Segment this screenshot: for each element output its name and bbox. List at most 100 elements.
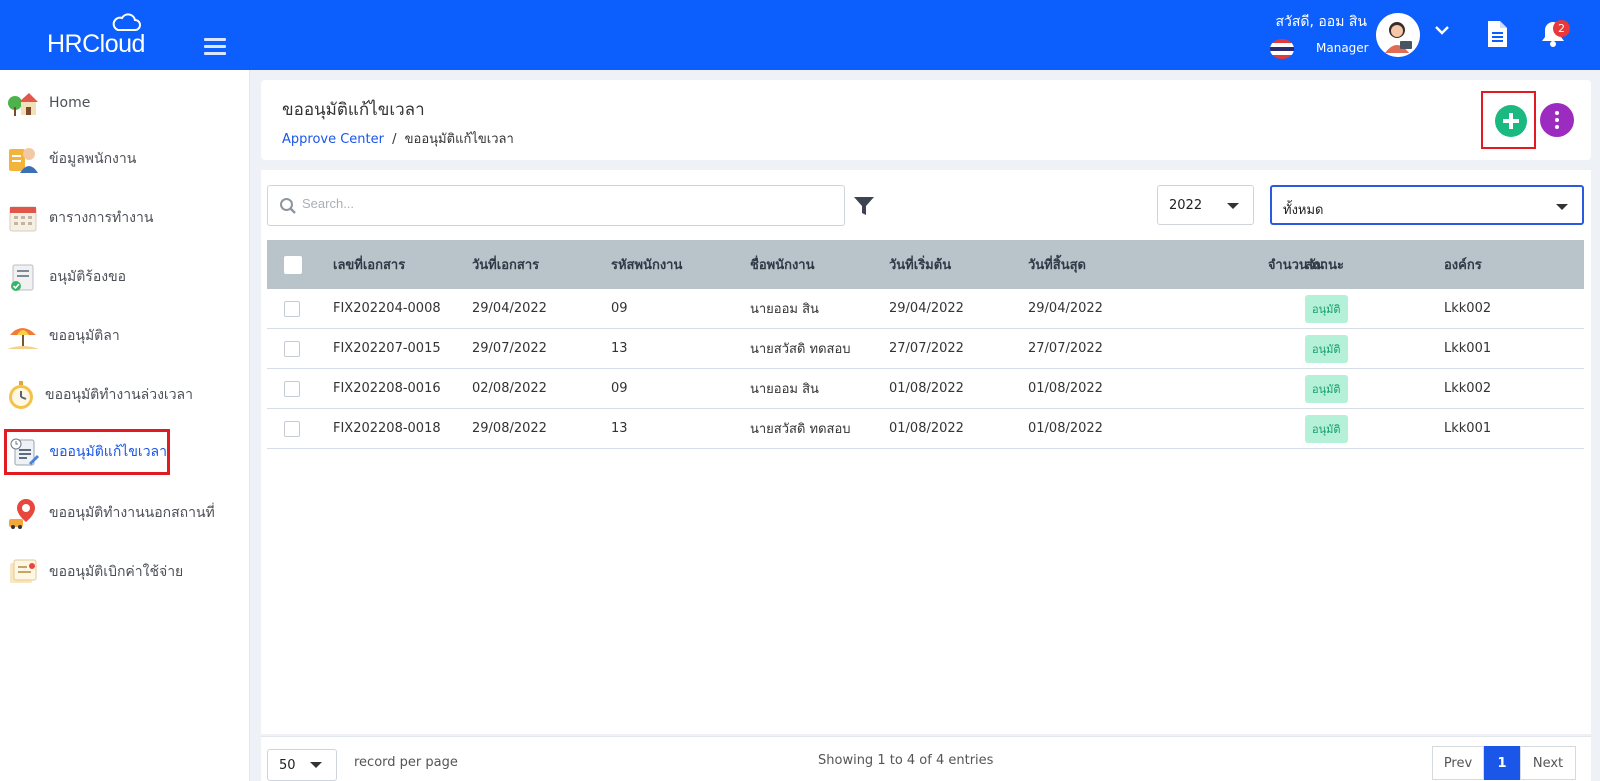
table-header: เลขที่เอกสาร วันที่เอกสาร รหัสพนักงาน ชื… bbox=[267, 240, 1584, 289]
search-input[interactable] bbox=[302, 196, 822, 211]
sidebar-item-schedule[interactable]: ตารางการทำงาน bbox=[6, 195, 166, 241]
select-all-checkbox[interactable] bbox=[284, 240, 302, 289]
organization: Lkk001 bbox=[1444, 341, 1492, 356]
doc-date: 29/04/2022 bbox=[472, 301, 547, 316]
sidebar: Home ข้อมูลพนักงาน ตารางการทำงาน อนุมัติ… bbox=[0, 70, 250, 781]
sidebar-item-approval[interactable]: อนุมัติร้องขอ bbox=[6, 254, 166, 300]
year-select[interactable]: 2022 bbox=[1157, 185, 1254, 225]
column-header[interactable]: สถานะ bbox=[1305, 240, 1344, 289]
employee-name: นายออม สิน bbox=[750, 382, 819, 397]
day-count: 1 bbox=[1167, 409, 1324, 448]
entries-summary: Showing 1 to 4 of 4 entries bbox=[818, 753, 994, 768]
user-role: Manager bbox=[1316, 41, 1369, 55]
doc-date: 02/08/2022 bbox=[472, 381, 547, 396]
status-badge: อนุมัติ bbox=[1305, 414, 1348, 443]
start-date: 29/04/2022 bbox=[889, 301, 964, 316]
doc-date: 29/07/2022 bbox=[472, 341, 547, 356]
column-header[interactable]: องค์กร bbox=[1444, 240, 1482, 289]
table-row[interactable]: FIX202204-0008 29/04/2022 09 นายออม สิน … bbox=[267, 289, 1584, 329]
organization: Lkk002 bbox=[1444, 381, 1492, 396]
table-row[interactable]: FIX202208-0016 02/08/2022 09 นายออม สิน … bbox=[267, 369, 1584, 409]
column-header[interactable]: วันที่เริ่มต้น bbox=[889, 240, 951, 289]
doc-number: FIX202208-0018 bbox=[333, 421, 441, 436]
status-value: ทั้งหมด bbox=[1283, 203, 1324, 218]
house-icon bbox=[6, 86, 40, 120]
sidebar-item-expense[interactable]: ขออนุมัติเบิกค่าใช้จ่าย bbox=[6, 549, 226, 595]
end-date: 01/08/2022 bbox=[1028, 381, 1103, 396]
organization: Lkk002 bbox=[1444, 301, 1492, 316]
row-checkbox[interactable] bbox=[284, 289, 300, 328]
sidebar-item-label: ตารางการทำงาน bbox=[49, 210, 154, 226]
sidebar-item-home[interactable]: Home bbox=[6, 80, 166, 126]
caret-down-icon bbox=[1556, 204, 1568, 210]
status-badge: อนุมัติ bbox=[1305, 294, 1348, 323]
breadcrumb-approve-center[interactable]: Approve Center bbox=[282, 132, 384, 147]
notification-badge: 2 bbox=[1553, 20, 1570, 37]
start-date: 01/08/2022 bbox=[889, 381, 964, 396]
sidebar-item-leave[interactable]: ขออนุมัติลา bbox=[6, 313, 166, 359]
cloud-icon bbox=[112, 13, 141, 31]
column-header[interactable]: วันที่เอกสาร bbox=[472, 240, 539, 289]
sidebar-item-label: ข้อมูลพนักงาน bbox=[49, 151, 137, 167]
day-count: 1 bbox=[1167, 329, 1324, 368]
sidebar-item-time-correction[interactable]: ขออนุมัติแก้ไขเวลา bbox=[4, 429, 170, 475]
menu-toggle-icon[interactable] bbox=[204, 38, 226, 56]
table-row[interactable]: FIX202207-0015 29/07/2022 13 นายสวัสดิ ท… bbox=[267, 329, 1584, 369]
end-date: 01/08/2022 bbox=[1028, 421, 1103, 436]
column-header[interactable]: จำนวนวัน bbox=[1167, 240, 1324, 289]
thai-flag-icon[interactable] bbox=[1270, 39, 1294, 59]
row-checkbox[interactable] bbox=[284, 369, 300, 408]
per-page-select[interactable]: 50 bbox=[267, 749, 337, 781]
approval-icon bbox=[6, 260, 40, 294]
start-date: 01/08/2022 bbox=[889, 421, 964, 436]
search-field[interactable] bbox=[267, 185, 845, 226]
doc-number: FIX202204-0008 bbox=[333, 301, 441, 316]
start-date: 27/07/2022 bbox=[889, 341, 964, 356]
chevron-down-icon[interactable] bbox=[1435, 25, 1449, 35]
employee-id: 09 bbox=[611, 381, 628, 396]
logo-text: HRCloud bbox=[47, 30, 145, 58]
edit-document-icon bbox=[7, 435, 41, 469]
next-page-button[interactable]: Next bbox=[1520, 746, 1576, 780]
prev-page-button[interactable]: Prev bbox=[1432, 746, 1484, 780]
document-icon[interactable] bbox=[1486, 20, 1508, 48]
user-greeting: สวัสดี, ออม สิน bbox=[1275, 14, 1367, 30]
day-count: 1 bbox=[1167, 289, 1324, 328]
filter-icon[interactable] bbox=[853, 195, 875, 217]
end-date: 29/04/2022 bbox=[1028, 301, 1103, 316]
more-options-button[interactable] bbox=[1540, 103, 1574, 137]
status-select[interactable]: ทั้งหมด bbox=[1270, 185, 1584, 225]
day-count: 1 bbox=[1167, 369, 1324, 408]
employee-id: 13 bbox=[611, 421, 628, 436]
hrcloud-logo[interactable]: HRCloud bbox=[47, 12, 157, 62]
column-header[interactable]: ชื่อพนักงาน bbox=[750, 240, 815, 289]
end-date: 27/07/2022 bbox=[1028, 341, 1103, 356]
row-checkbox[interactable] bbox=[284, 409, 300, 448]
organization: Lkk001 bbox=[1444, 421, 1492, 436]
avatar[interactable] bbox=[1376, 13, 1420, 57]
sidebar-item-label: ขออนุมัติเบิกค่าใช้จ่าย bbox=[49, 564, 184, 580]
row-checkbox[interactable] bbox=[284, 329, 300, 368]
sidebar-item-overtime[interactable]: ขออนุมัติทำงานล่วงเวลา bbox=[6, 372, 193, 418]
page-1-button[interactable]: 1 bbox=[1484, 746, 1520, 780]
sidebar-item-label: ขออนุมัติลา bbox=[49, 328, 120, 344]
column-header[interactable]: เลขที่เอกสาร bbox=[333, 240, 405, 289]
table-row[interactable]: FIX202208-0018 29/08/2022 13 นายสวัสดิ ท… bbox=[267, 409, 1584, 449]
sidebar-item-label: ขออนุมัติทำงานล่วงเวลา bbox=[45, 387, 193, 403]
add-button[interactable] bbox=[1495, 105, 1527, 137]
column-header[interactable]: รหัสพนักงาน bbox=[611, 240, 682, 289]
employee-id: 13 bbox=[611, 341, 628, 356]
year-value: 2022 bbox=[1169, 198, 1203, 213]
status-badge: อนุมัติ bbox=[1305, 374, 1348, 403]
employee-icon bbox=[6, 142, 40, 176]
sidebar-item-offsite[interactable]: ขออนุมัติทำงานนอกสถานที่ bbox=[6, 490, 226, 536]
beach-umbrella-icon bbox=[6, 319, 40, 353]
sidebar-item-employee[interactable]: ข้อมูลพนักงาน bbox=[6, 136, 166, 182]
doc-number: FIX202207-0015 bbox=[333, 341, 441, 356]
column-header[interactable]: วันที่สิ้นสุด bbox=[1028, 240, 1086, 289]
search-icon bbox=[280, 198, 296, 214]
calendar-icon bbox=[6, 201, 40, 235]
employee-name: นายออม สิน bbox=[750, 302, 819, 317]
status-badge: อนุมัติ bbox=[1305, 334, 1348, 363]
stopwatch-icon bbox=[6, 378, 36, 412]
